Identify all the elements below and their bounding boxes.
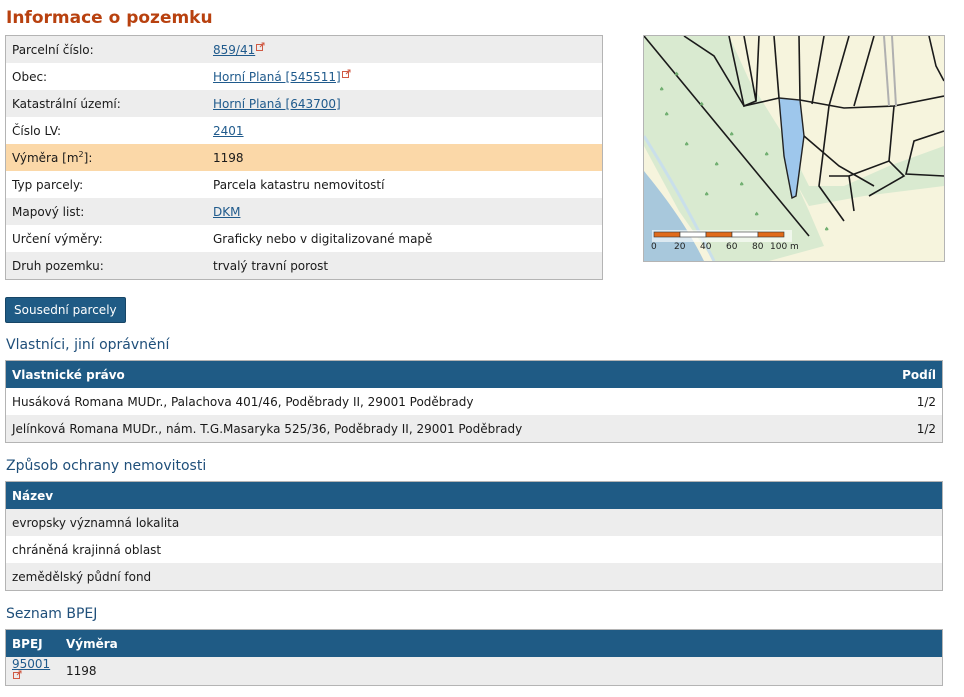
info-value: 859/41 [207, 35, 603, 63]
parcel-info-table: Parcelní číslo: 859/41 Obec: Horní Planá… [5, 35, 603, 280]
scale-label: 80 [752, 242, 764, 252]
parcel-number-link[interactable]: 859/41 [213, 43, 255, 57]
scale-label: 40 [700, 242, 712, 252]
info-row-area-method: Určení výměry: Graficky nebo v digitaliz… [5, 225, 603, 252]
protection-section-title: Způsob ochrany nemovitosti [6, 458, 207, 474]
cadastral-area-link[interactable]: Horní Planá [643700] [213, 97, 341, 111]
info-value: Parcela katastru nemovitostí [207, 171, 603, 198]
svg-text:♠: ♠ [824, 226, 829, 233]
bpej-code: 95001 [5, 657, 60, 686]
info-label: Parcelní číslo: [5, 35, 207, 63]
svg-text:♠: ♠ [704, 191, 709, 198]
info-value: 2401 [207, 117, 603, 144]
col-header-share: Podíl [866, 360, 943, 388]
bpej-code-link[interactable]: 95001 [12, 657, 50, 671]
scale-label: 60 [726, 242, 738, 252]
col-header-name: Název [5, 481, 943, 509]
info-row-lv: Číslo LV: 2401 [5, 117, 603, 144]
svg-text:♠: ♠ [764, 151, 769, 158]
table-row: 95001 1198 [5, 657, 943, 686]
info-row-land-kind: Druh pozemku: trvalý travní porost [5, 252, 603, 280]
protection-name: zemědělský půdní fond [5, 563, 943, 591]
page-title: Informace o pozemku [6, 8, 213, 28]
svg-text:♠: ♠ [739, 181, 744, 188]
table-row: Husáková Romana MUDr., Palachova 401/46,… [5, 388, 943, 415]
info-value: Horní Planá [545511] [207, 63, 603, 90]
map-sheet-link[interactable]: DKM [213, 205, 240, 219]
protection-table: Název evropsky významná lokalita chráněn… [5, 481, 943, 591]
info-label: Číslo LV: [5, 117, 207, 144]
info-label: Typ parcely: [5, 171, 207, 198]
info-value: trvalý travní porost [207, 252, 603, 280]
info-row-parcel-type: Typ parcely: Parcela katastru nemovitost… [5, 171, 603, 198]
lv-link[interactable]: 2401 [213, 124, 244, 138]
bpej-section-title: Seznam BPEJ [6, 606, 98, 622]
svg-text:♠: ♠ [729, 131, 734, 138]
bpej-table: BPEJ Výměra 95001 1198 [5, 629, 943, 686]
svg-text:♠: ♠ [664, 111, 669, 118]
scale-label: 100 m [770, 242, 799, 252]
owner-name: Husáková Romana MUDr., Palachova 401/46,… [5, 388, 867, 415]
external-link-icon[interactable] [256, 42, 265, 51]
table-row: zemědělský půdní fond [5, 563, 943, 591]
info-row-cadastral-area: Katastrální území: Horní Planá [643700] [5, 90, 603, 117]
map-canvas: ♠ ♠ ♠ ♠ ♠ ♠ ♠ ♠ ♠ ♠ ♠ ♠ [644, 36, 944, 261]
table-row: chráněná krajinná oblast [5, 536, 943, 563]
svg-text:♠: ♠ [659, 86, 664, 93]
owner-share: 1/2 [866, 388, 943, 415]
scale-label: 0 [651, 242, 657, 252]
info-value: Horní Planá [643700] [207, 90, 603, 117]
svg-text:♠: ♠ [714, 161, 719, 168]
external-link-icon[interactable] [13, 670, 22, 679]
protection-name: evropsky významná lokalita [5, 509, 943, 536]
info-value: DKM [207, 198, 603, 225]
owner-name: Jelínková Romana MUDr., nám. T.G.Masaryk… [5, 415, 867, 443]
neighbouring-parcels-button[interactable]: Sousední parcely [5, 297, 126, 323]
owners-table: Vlastnické právo Podíl Husáková Romana M… [5, 360, 943, 443]
external-link-icon[interactable] [341, 69, 351, 78]
owner-share: 1/2 [866, 415, 943, 443]
table-row: evropsky významná lokalita [5, 509, 943, 536]
table-header-row: Vlastnické právo Podíl [5, 360, 943, 388]
info-row-obec: Obec: Horní Planá [545511] [5, 63, 603, 90]
svg-text:♠: ♠ [674, 71, 679, 78]
info-value: 1198 [207, 144, 603, 171]
bpej-area: 1198 [60, 657, 943, 686]
table-header-row: Název [5, 481, 943, 509]
protection-name: chráněná krajinná oblast [5, 536, 943, 563]
scale-label: 20 [674, 242, 686, 252]
info-label: Obec: [5, 63, 207, 90]
parcel-map[interactable]: ♠ ♠ ♠ ♠ ♠ ♠ ♠ ♠ ♠ ♠ ♠ ♠ 0 20 40 60 80 100 m [643, 35, 945, 262]
svg-text:♠: ♠ [754, 211, 759, 218]
info-label: Mapový list: [5, 198, 207, 225]
info-row-parcel-number: Parcelní číslo: 859/41 [5, 35, 603, 63]
col-header-area: Výměra [60, 629, 943, 657]
info-row-area: Výměra [m2]: 1198 [5, 144, 603, 171]
info-label: Výměra [m2]: [5, 144, 207, 171]
info-label: Katastrální území: [5, 90, 207, 117]
table-row: Jelínková Romana MUDr., nám. T.G.Masaryk… [5, 415, 943, 443]
area-label-text: Výměra [m [12, 151, 79, 165]
svg-text:♠: ♠ [684, 141, 689, 148]
col-header-bpej: BPEJ [5, 629, 60, 657]
info-row-map-sheet: Mapový list: DKM [5, 198, 603, 225]
col-header-ownership: Vlastnické právo [5, 360, 867, 388]
table-header-row: BPEJ Výměra [5, 629, 943, 657]
area-label-end: ]: [83, 151, 93, 165]
svg-text:♠: ♠ [699, 101, 704, 108]
info-label: Druh pozemku: [5, 252, 207, 280]
owners-section-title: Vlastníci, jiní oprávnění [6, 337, 170, 353]
info-value: Graficky nebo v digitalizované mapě [207, 225, 603, 252]
map-scale-labels: 0 20 40 60 80 100 m [644, 242, 944, 254]
obec-link[interactable]: Horní Planá [545511] [213, 70, 341, 84]
info-label: Určení výměry: [5, 225, 207, 252]
